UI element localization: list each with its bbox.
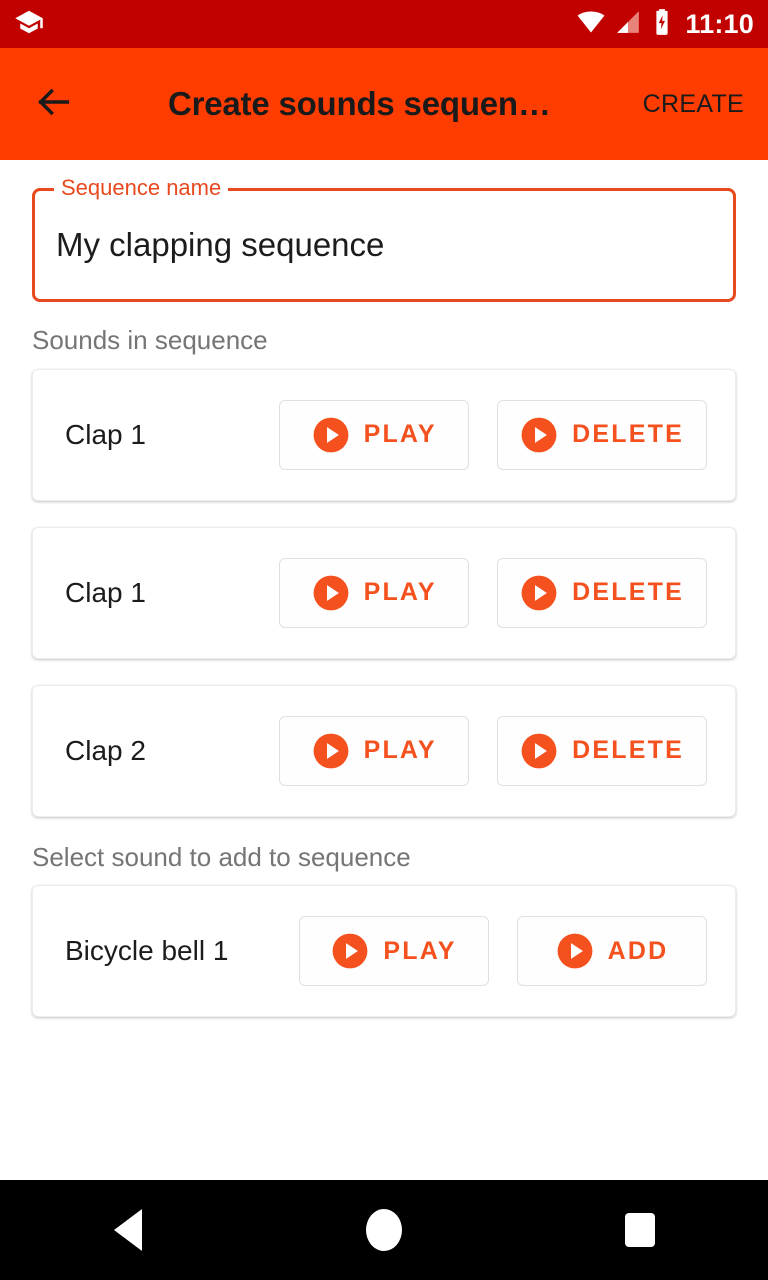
nav-recents-button[interactable]	[580, 1180, 700, 1280]
delete-button-label: DELETE	[572, 578, 684, 607]
play-circle-icon	[520, 732, 558, 770]
add-button-label: ADD	[607, 936, 669, 965]
play-button[interactable]: PLAY	[279, 557, 470, 628]
available-sounds-list: Bicycle bell 1 PLAY ADD	[32, 885, 736, 1018]
play-circle-icon	[312, 416, 350, 454]
delete-button[interactable]: DELETE	[497, 399, 707, 470]
table-row[interactable]: Clap 2 PLAY DELETE	[32, 684, 736, 817]
sound-name: Bicycle bell 1	[65, 935, 229, 967]
play-circle-icon	[312, 574, 350, 612]
nav-back-button[interactable]	[68, 1180, 188, 1280]
play-button-label: PLAY	[363, 736, 437, 765]
sequence-name-input[interactable]: My clapping sequence	[56, 188, 384, 302]
available-sounds-label: Select sound to add to sequence	[32, 841, 411, 872]
sound-name: Clap 1	[65, 576, 146, 608]
table-row[interactable]: Clap 1 PLAY DELETE	[32, 526, 736, 659]
sequence-name-label-notch: Sequence name	[54, 175, 229, 200]
play-circle-icon	[556, 932, 594, 970]
delete-button[interactable]: DELETE	[497, 715, 707, 786]
play-circle-icon	[312, 732, 350, 770]
nav-back-triangle-icon	[114, 1209, 142, 1251]
sound-name: Clap 2	[65, 734, 146, 766]
status-bar-system-icons: 11:10	[577, 8, 754, 41]
play-circle-icon	[331, 932, 369, 970]
delete-button-label: DELETE	[572, 420, 684, 449]
main-content: Sequence name My clapping sequence Sound…	[0, 160, 768, 1180]
nav-home-circle-icon	[366, 1209, 402, 1251]
battery-charging-icon	[651, 8, 673, 41]
row-actions: PLAY DELETE	[279, 715, 707, 786]
app-bar: Create sounds sequen… CREATE	[0, 48, 768, 160]
sounds-in-sequence-label: Sounds in sequence	[32, 325, 268, 355]
row-actions: PLAY DELETE	[279, 557, 707, 628]
play-button[interactable]: PLAY	[299, 916, 489, 987]
sequence-name-label: Sequence name	[61, 175, 222, 200]
wifi-icon	[577, 8, 605, 41]
status-bar-notifications	[14, 7, 44, 42]
cellular-signal-icon	[615, 9, 641, 40]
row-actions: PLAY DELETE	[279, 399, 707, 470]
play-button[interactable]: PLAY	[279, 399, 470, 470]
play-button-label: PLAY	[363, 420, 437, 449]
list-item[interactable]: Bicycle bell 1 PLAY ADD	[32, 885, 736, 1018]
back-navigation-button[interactable]	[26, 76, 82, 132]
play-circle-icon	[520, 416, 558, 454]
status-bar-clock: 11:10	[685, 8, 754, 39]
row-actions: PLAY ADD	[299, 916, 707, 987]
system-navigation-bar	[0, 1180, 768, 1280]
delete-button-label: DELETE	[572, 736, 684, 765]
play-button-label: PLAY	[383, 936, 457, 965]
sound-name: Clap 1	[65, 418, 146, 450]
page-title: Create sounds sequen…	[167, 85, 551, 122]
graduation-cap-icon	[14, 7, 44, 42]
sequence-name-field[interactable]: Sequence name My clapping sequence	[32, 176, 736, 302]
nav-home-button[interactable]	[324, 1180, 444, 1280]
phone-screen: 11:10 Create sounds sequen… CREATE Seque…	[0, 0, 768, 1280]
create-button[interactable]: CREATE	[637, 90, 744, 119]
sounds-in-sequence-list: Clap 1 PLAY DELETE Clap 1 PLAY DELETE Cl…	[32, 368, 736, 817]
nav-recents-square-icon	[625, 1213, 655, 1247]
play-button[interactable]: PLAY	[279, 715, 470, 786]
table-row[interactable]: Clap 1 PLAY DELETE	[32, 368, 736, 501]
add-button[interactable]: ADD	[517, 916, 707, 987]
delete-button[interactable]: DELETE	[497, 557, 707, 628]
status-bar: 11:10	[0, 0, 768, 48]
play-button-label: PLAY	[363, 578, 437, 607]
play-circle-icon	[520, 574, 558, 612]
arrow-left-icon	[34, 82, 74, 127]
